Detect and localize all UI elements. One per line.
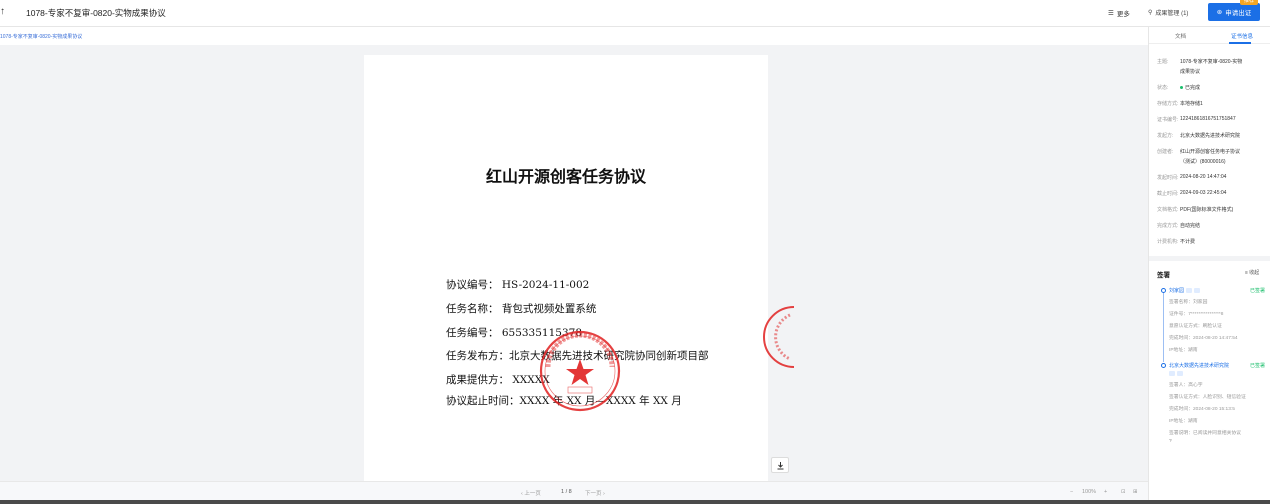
tab-document[interactable]: 文档 [1175,32,1186,40]
tab-certificate-info[interactable]: 证书信息 [1231,32,1253,40]
signer-detail: 签署人：高心宇 [1169,383,1203,388]
menu-icon: ☰ [1108,10,1114,17]
recommend-badge: 推荐 [1240,0,1259,5]
signer-detail: IP地址：湖南 [1169,419,1198,424]
zoom-in-button[interactable]: + [1104,489,1107,495]
page-indicator: 1 / 8 [561,489,572,495]
info-deadline: 截止时间: 2024-09-03 22:45:04 [1157,190,1227,197]
zoom-out-button[interactable]: − [1070,489,1073,495]
signature-timeline [1163,290,1164,362]
info-start-time: 发起时间: 2024-08-20 14:47:04 [1157,174,1227,181]
signature-heading: 签署 [1157,272,1170,279]
fullscreen-icon[interactable]: ⊞ [1133,489,1138,495]
apply-certificate-label: 申请出证 [1225,10,1252,17]
fit-width-icon[interactable]: ⊡ [1121,489,1126,495]
certificate-icon: ⊛ [1216,9,1223,16]
result-management-label: 成果管理 (1) [1155,11,1189,17]
signer-detail: IP地址：湖南 [1169,348,1198,353]
signer-tags [1169,371,1183,377]
signer-detail: 证件号：7****************8 [1169,312,1224,317]
signer-detail: 意愿认证方式：刷脸认证 [1169,324,1222,329]
document-page: 红山开源创客任务协议 协议编号： HS-2024-11-002 任务名称： 背包… [364,55,795,481]
red-seal-stamp [539,330,621,412]
agreement-number-field: 协议编号： HS-2024-11-002 [446,279,590,291]
timeline-dot-icon [1161,363,1166,368]
document-title: 红山开源创客任务协议 [485,167,646,186]
person-tag-icon [1169,371,1175,376]
task-name-field: 任务名称： 背包式视频处置系统 [446,303,597,315]
info-creator: 创建者: 红山开源创客任务电子协议 [1157,149,1241,155]
person-tag-icon [1186,288,1193,294]
download-icon [777,461,783,469]
info-storage: 存储方式: 本地存储1 [1157,101,1203,107]
signed-status: 已签署 [1250,288,1266,294]
info-cert-number: 证书编号: 12241861816751751847 [1157,116,1236,123]
signer-detail: 签署说明：已阅读并同意相关协议 [1169,431,1241,436]
auth-tag-icon [1177,371,1183,376]
signer-detail: 完成时间：2024-08-20 14:47:54 [1169,336,1238,341]
next-page-button[interactable]: 下一页 › [585,489,605,497]
active-tab-indicator [1229,42,1251,44]
download-button[interactable] [771,457,789,473]
result-provider-field: 成果提供方： XXXXX [446,374,550,386]
info-initiator: 发起方: 北京大数据先进技术研究院 [1157,133,1241,139]
more-label: 更多 [1116,11,1130,18]
collapse-button[interactable]: ≡ 收起 [1245,269,1259,276]
signed-status: 已签署 [1250,363,1266,369]
auth-tag-icon [1194,288,1201,294]
user-icon: ⚲ [1148,10,1153,16]
status-dot-icon [1180,86,1183,90]
document-viewer: 红山开源创客任务协议 协议编号： HS-2024-11-002 任务名称： 背包… [0,45,1148,481]
top-bar: ↑ 1078-专家不复审-0820-实物成果协议 ☰ 更多 ⚲ 成果管理 (1)… [0,0,1270,27]
partial-seal-stamp [763,306,795,368]
apply-certificate-button[interactable]: ⊛ 申请出证 [1208,3,1260,21]
signer-name: 北京大数据先进技术研究院 [1169,363,1230,369]
signer-detail: 签署名称：刘家园 [1169,300,1208,305]
back-icon[interactable]: ↑ [0,6,5,17]
info-subject: 主题: 1078-专家不复审-0820-实物 [1157,59,1243,65]
info-doc-format: 文档格式: PDF(国际标准文件格式) [1157,207,1234,213]
signer-detail: 签署认证方式：人脸识别、短信验证 [1169,395,1246,400]
info-completion-mode: 完成方式: 自动完结 [1157,223,1201,229]
page-title: 1078-专家不复审-0820-实物成果协议 [26,8,166,18]
section-divider [1149,256,1270,261]
prev-page-button[interactable]: ‹ 上一页 [521,489,541,497]
timeline-dot-icon [1161,288,1166,293]
zoom-level: 100% [1082,489,1097,495]
signer-detail: 完成时间：2024-08-20 15:13:5 [1169,407,1235,412]
breadcrumb[interactable]: 1078-专家不复审-0820-实物成果协议 [0,33,82,40]
panel-tabs: 文档 证书信息 [1149,27,1270,44]
more-button[interactable]: ☰ 更多 [1108,8,1130,18]
detail-panel: 文档 证书信息 主题: 1078-专家不复审-0820-实物 成果协议 状态: 已完… [1148,27,1270,501]
signer-name: 刘家园 [1169,287,1201,294]
window-bottom-edge [0,500,1270,504]
result-management-button[interactable]: ⚲ 成果管理 (1) [1148,8,1188,17]
info-billing: 计费机构: 不计费 [1157,239,1196,245]
info-status: 状态: 已完成 [1157,85,1201,91]
help-icon[interactable]: ? [1169,439,1172,444]
